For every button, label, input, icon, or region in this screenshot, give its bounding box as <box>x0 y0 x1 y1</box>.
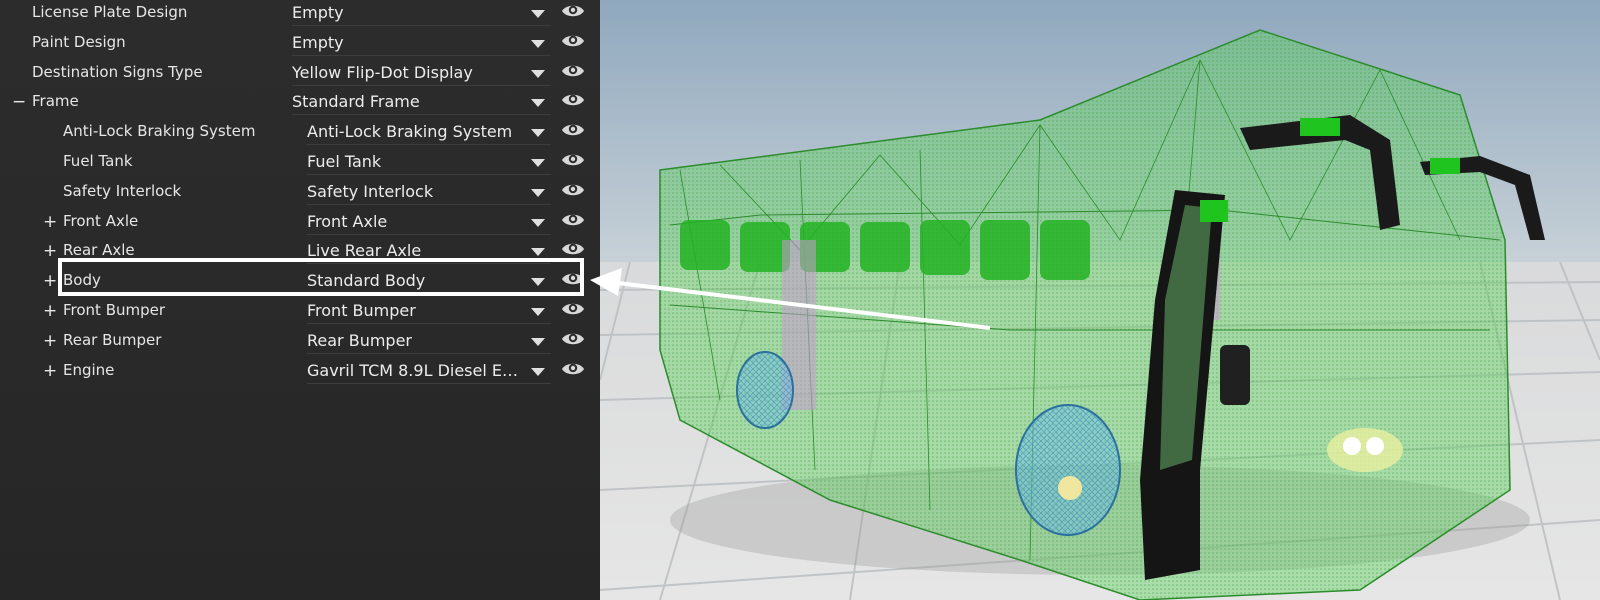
part-dropdown-value: Gavril TCM 8.9L Diesel Eng... <box>307 360 525 380</box>
eye-icon[interactable] <box>561 300 585 318</box>
part-dropdown[interactable]: Empty <box>292 2 551 26</box>
part-dropdown-value: Empty <box>292 32 344 52</box>
property-label: Paint Design <box>32 32 126 51</box>
caret-down-icon <box>531 99 545 108</box>
part-dropdown-value: Rear Bumper <box>307 330 412 350</box>
part-dropdown[interactable]: Front Bumper <box>307 300 551 324</box>
caret-down-icon <box>531 248 545 257</box>
eye-icon[interactable] <box>561 121 585 139</box>
property-label: Fuel Tank <box>63 152 133 170</box>
eye-icon[interactable] <box>561 330 585 348</box>
part-dropdown[interactable]: Rear Bumper <box>307 330 551 354</box>
part-dropdown[interactable]: Fuel Tank <box>307 151 551 175</box>
expand-icon[interactable]: + <box>43 331 57 351</box>
part-dropdown[interactable]: Live Rear Axle <box>307 240 551 265</box>
part-dropdown-value: Fuel Tank <box>307 152 382 171</box>
property-label: Front Bumper <box>63 301 166 319</box>
property-row-anti-lock-braking-system[interactable]: Anti-Lock Braking System Anti-Lock Brakin… <box>0 119 600 149</box>
bus-scene <box>600 0 1600 600</box>
caret-down-icon <box>531 218 545 227</box>
eye-icon[interactable] <box>561 211 585 229</box>
bus-headlight <box>1327 428 1403 472</box>
property-label: Rear Bumper <box>63 330 162 349</box>
property-row-rear-bumper[interactable]: + Rear Bumper Rear Bumper <box>0 328 600 358</box>
property-row-license-plate-design[interactable]: License Plate Design Empty <box>0 0 600 30</box>
eye-icon[interactable] <box>561 240 585 258</box>
3d-viewport[interactable] <box>600 0 1600 600</box>
eye-icon[interactable] <box>561 32 585 50</box>
property-row-paint-design[interactable]: Paint Design Empty <box>0 30 600 60</box>
part-dropdown-value: Front Bumper <box>307 301 416 320</box>
eye-icon[interactable] <box>561 91 585 109</box>
eye-icon[interactable] <box>561 181 585 199</box>
collapse-icon[interactable]: − <box>12 92 26 112</box>
property-label: Rear Axle <box>63 241 135 260</box>
part-dropdown-value: Standard Frame <box>292 92 420 112</box>
caret-down-icon <box>531 278 545 287</box>
property-row-destination-signs-type[interactable]: Destination Signs Type Yellow Flip-Dot Di… <box>0 60 600 90</box>
part-dropdown-value: Anti-Lock Braking System <box>307 122 513 142</box>
part-config-panel: License Plate Design Empty Paint Design Emp… <box>0 0 600 600</box>
caret-down-icon <box>531 69 545 78</box>
property-label: Body <box>63 271 101 290</box>
part-dropdown[interactable]: Safety Interlock <box>307 181 551 205</box>
caret-down-icon <box>531 159 545 167</box>
property-label: Frame <box>32 92 79 111</box>
part-dropdown[interactable]: Anti-Lock Braking System <box>307 121 551 146</box>
eye-icon[interactable] <box>561 62 585 80</box>
property-row-body[interactable]: + Body Standard Body <box>0 268 600 298</box>
property-row-front-axle[interactable]: + Front Axle Front Axle <box>0 209 600 239</box>
eye-icon[interactable] <box>561 270 585 288</box>
part-dropdown[interactable]: Standard Frame <box>292 91 551 116</box>
expand-icon[interactable]: + <box>43 361 57 381</box>
property-label: Engine <box>63 360 115 379</box>
property-row-fuel-tank[interactable]: Fuel Tank Fuel Tank <box>0 149 600 179</box>
caret-down-icon <box>531 129 545 138</box>
property-label: Front Axle <box>63 211 139 230</box>
property-label: Anti-Lock Braking System <box>63 122 256 141</box>
part-dropdown-value: Live Rear Axle <box>307 241 422 261</box>
part-dropdown-value: Standard Body <box>307 271 426 291</box>
part-dropdown[interactable]: Yellow Flip-Dot Display <box>292 62 551 86</box>
property-row-rear-axle[interactable]: + Rear Axle Live Rear Axle <box>0 238 600 268</box>
part-dropdown[interactable]: Gavril TCM 8.9L Diesel Eng... <box>307 360 551 384</box>
expand-icon[interactable]: + <box>43 212 57 232</box>
caret-down-icon <box>531 10 545 18</box>
property-row-engine[interactable]: + Engine Gavril TCM 8.9L Diesel Eng... <box>0 358 600 388</box>
part-dropdown-value: Yellow Flip-Dot Display <box>292 62 473 82</box>
part-dropdown-value: Empty <box>292 3 344 22</box>
property-label: License Plate Design <box>32 3 188 21</box>
property-label: Safety Interlock <box>63 181 182 200</box>
expand-icon[interactable]: + <box>43 241 57 261</box>
part-dropdown[interactable]: Front Axle <box>307 211 551 235</box>
part-dropdown-value: Front Axle <box>307 211 388 231</box>
part-dropdown[interactable]: Empty <box>292 32 551 56</box>
caret-down-icon <box>531 367 545 376</box>
expand-icon[interactable]: + <box>43 271 57 291</box>
eye-icon[interactable] <box>561 360 585 378</box>
caret-down-icon <box>531 337 545 346</box>
property-label: Destination Signs Type <box>32 62 203 81</box>
caret-down-icon <box>531 188 545 197</box>
eye-icon[interactable] <box>561 151 585 169</box>
caret-down-icon <box>531 39 545 48</box>
eye-icon[interactable] <box>561 2 585 20</box>
property-row-frame[interactable]: − Frame Standard Frame <box>0 89 600 119</box>
expand-icon[interactable]: + <box>43 301 57 321</box>
property-row-safety-interlock[interactable]: Safety Interlock Safety Interlock <box>0 179 600 209</box>
caret-down-icon <box>531 308 545 316</box>
part-dropdown[interactable]: Standard Body <box>307 270 551 295</box>
part-dropdown-value: Safety Interlock <box>307 181 434 201</box>
property-row-front-bumper[interactable]: + Front Bumper Front Bumper <box>0 298 600 328</box>
